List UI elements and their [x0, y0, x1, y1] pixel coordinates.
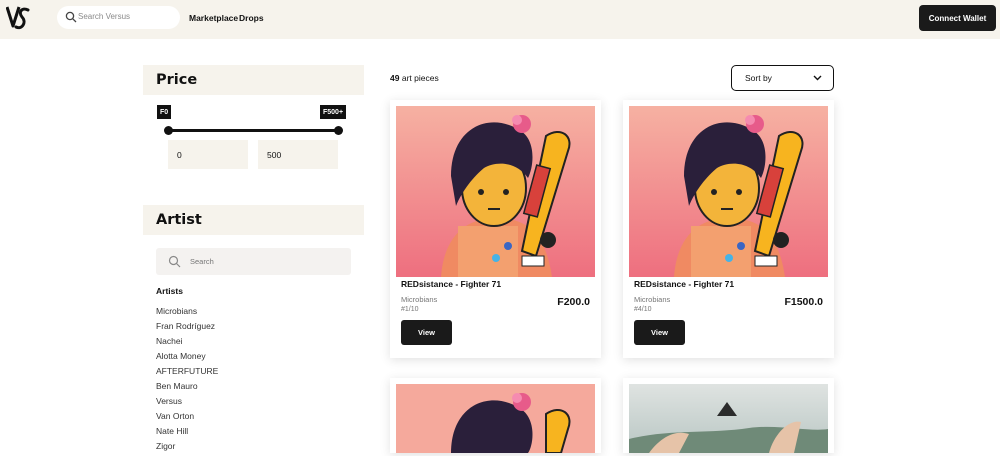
art-card[interactable]: REDsistance - Fighter 71 Microbians #1/1… [390, 100, 601, 358]
price-slider-max-handle[interactable] [334, 126, 343, 135]
artist-item[interactable]: Fran Rodríguez [156, 321, 218, 336]
artist-item[interactable]: Zigor [156, 441, 218, 456]
artist-search-placeholder: Search [190, 257, 214, 266]
chevron-down-icon [813, 75, 822, 81]
artist-item[interactable]: Nachei [156, 336, 218, 351]
artists-list-title: Artists [156, 286, 183, 296]
results-count: 49 art pieces [390, 73, 439, 83]
card-price: F1500.0 [784, 296, 823, 308]
art-card[interactable] [390, 378, 601, 453]
connect-wallet-button[interactable]: Connect Wallet [919, 5, 996, 31]
sort-by-dropdown[interactable]: Sort by [731, 65, 834, 91]
artist-search-input[interactable]: Search [156, 248, 351, 275]
top-header: Search Versus Marketplace Drops Connect … [0, 0, 1000, 39]
price-filter-title: Price [156, 72, 198, 88]
artist-filter-title: Artist [156, 212, 202, 228]
price-slider-min-handle[interactable] [164, 126, 173, 135]
price-min-input[interactable]: 0 [168, 140, 248, 169]
artist-item[interactable]: Versus [156, 396, 218, 411]
art-image[interactable] [396, 106, 595, 277]
versus-logo-icon[interactable] [6, 4, 30, 32]
artist-item[interactable]: Alotta Money [156, 351, 218, 366]
price-min-tag: F0 [157, 105, 172, 119]
price-max-tag: F500+ [320, 105, 347, 119]
results-count-suffix: art pieces [401, 73, 439, 83]
view-button[interactable]: View [401, 320, 452, 345]
price-filter-header[interactable]: Price [143, 65, 364, 95]
card-edition: #4/10 [634, 306, 652, 313]
card-title: REDsistance - Fighter 71 [401, 279, 502, 289]
card-title: REDsistance - Fighter 71 [634, 279, 735, 289]
nav-drops[interactable]: Drops [239, 13, 264, 23]
artist-list: Microbians Fran Rodríguez Nachei Alotta … [156, 306, 218, 456]
view-button[interactable]: View [634, 320, 685, 345]
search-icon [168, 255, 181, 268]
art-image[interactable] [629, 384, 828, 453]
card-edition: #1/10 [401, 306, 419, 313]
artist-item[interactable]: Van Orton [156, 411, 218, 426]
search-placeholder: Search Versus [78, 12, 131, 21]
card-artist[interactable]: Microbians [401, 295, 437, 304]
card-price: F200.0 [557, 296, 590, 308]
art-card[interactable] [623, 378, 834, 453]
artist-item[interactable]: Nate Hill [156, 426, 218, 441]
card-artist[interactable]: Microbians [634, 295, 670, 304]
sort-by-label: Sort by [745, 73, 772, 83]
artist-item[interactable]: Microbians [156, 306, 218, 321]
price-slider-track[interactable] [168, 129, 339, 132]
art-image[interactable] [396, 384, 595, 453]
search-bar[interactable]: Search Versus [57, 6, 180, 29]
art-card[interactable]: REDsistance - Fighter 71 Microbians #4/1… [623, 100, 834, 358]
results-count-number: 49 [390, 73, 400, 83]
price-max-input[interactable]: 500 [258, 140, 338, 169]
search-icon [65, 11, 77, 23]
artist-item[interactable]: Ben Mauro [156, 381, 218, 396]
artist-item[interactable]: AFTERFUTURE [156, 366, 218, 381]
nav-marketplace[interactable]: Marketplace [189, 13, 238, 23]
art-image[interactable] [629, 106, 828, 277]
artist-filter-header[interactable]: Artist [143, 205, 364, 235]
